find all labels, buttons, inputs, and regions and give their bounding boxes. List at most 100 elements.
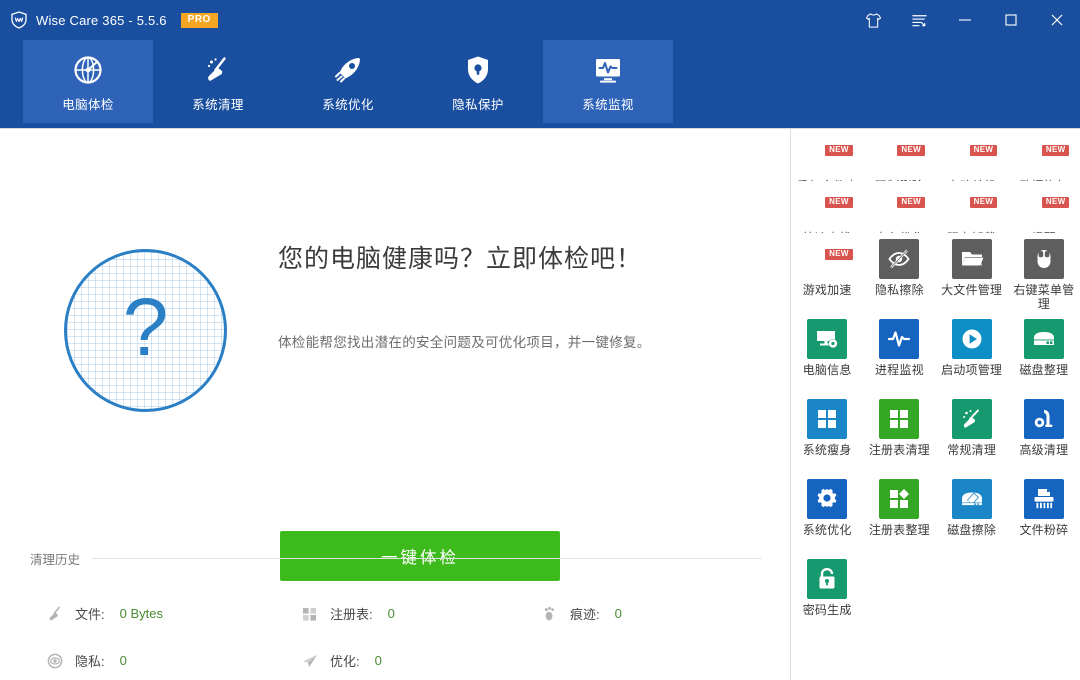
tool-duplicate-file-finder[interactable]: NEW 重复文件查找 xyxy=(791,129,863,181)
tools-sidebar[interactable]: NEW 重复文件查找 NEW 强制删除 NEW 自动关机 NEW 数据恢复 xyxy=(790,128,1080,680)
tool-label: 系统优化 xyxy=(802,523,852,537)
tool-disk-defrag[interactable]: 磁盘整理 xyxy=(1008,313,1080,393)
history-value: 0 xyxy=(387,606,395,621)
tools-grid: NEW 重复文件查找 NEW 强制删除 NEW 自动关机 NEW 数据恢复 xyxy=(791,129,1080,633)
gear-icon xyxy=(807,479,848,519)
menu-button[interactable] xyxy=(896,0,942,40)
clean-history-title: 清理历史 xyxy=(30,553,81,567)
tool-label: 进程监视 xyxy=(874,363,924,377)
history-item-files: 文件: 0 Bytes xyxy=(45,604,300,623)
tool-label: 磁盘擦除 xyxy=(947,523,997,537)
tool-force-delete[interactable]: NEW 强制删除 xyxy=(863,129,935,181)
tool-file-shredder[interactable]: 文件粉碎 xyxy=(1008,473,1080,553)
history-item-optimize: 优化: 0 xyxy=(300,651,540,670)
window-controls xyxy=(850,0,1080,40)
rocket-icon xyxy=(331,51,365,87)
close-button[interactable] xyxy=(1034,0,1080,40)
monitor-pulse-icon xyxy=(591,51,625,87)
broom-icon xyxy=(45,604,64,623)
tshirt-icon xyxy=(864,11,883,30)
tool-registry-defrag[interactable]: 注册表整理 xyxy=(863,473,935,553)
close-icon xyxy=(1047,10,1067,30)
mouse-icon xyxy=(1023,239,1064,279)
tool-memory-optimize[interactable]: NEW 内存优化 xyxy=(863,181,935,233)
padlock-icon xyxy=(807,559,848,599)
title-bar: Wise Care 365 - 5.5.6 PRO xyxy=(0,0,1080,40)
tool-system-optimize[interactable]: 系统优化 xyxy=(791,473,863,553)
tool-privacy-eraser[interactable]: 隐私擦除 xyxy=(863,233,935,313)
new-badge: NEW xyxy=(825,145,853,156)
tab-system-clean[interactable]: 系统清理 xyxy=(153,40,283,123)
minimize-icon xyxy=(955,10,975,30)
tool-big-file-manager[interactable]: 大文件管理 xyxy=(936,233,1008,313)
tool-registry-cleaner[interactable]: 注册表清理 xyxy=(863,393,935,473)
tool-common-clean[interactable]: 常规清理 xyxy=(936,393,1008,473)
paper-plane-icon xyxy=(300,651,319,670)
maximize-icon xyxy=(1001,10,1021,30)
file-shredder-icon xyxy=(1023,479,1064,519)
tool-label: 注册表整理 xyxy=(868,523,930,537)
tab-system-monitor[interactable]: 系统监视 xyxy=(543,40,673,123)
slimming-grid-icon xyxy=(807,399,848,439)
advanced-clean-vacuum-icon xyxy=(1023,399,1064,439)
history-label: 优化: xyxy=(330,654,360,669)
tool-process-monitor[interactable]: 进程监视 xyxy=(863,313,935,393)
tab-label: 系统监视 xyxy=(582,97,634,112)
tool-quick-search[interactable]: NEW 快速查找 xyxy=(791,181,863,233)
tool-data-recovery[interactable]: NEW 数据恢复 xyxy=(1008,129,1080,181)
main-nav: 电脑体检 系统清理 系统优化 隐私保护 系统监视 xyxy=(0,40,1080,128)
app-title: Wise Care 365 - 5.5.6 xyxy=(36,12,167,28)
maximize-button[interactable] xyxy=(988,0,1034,40)
tool-reminder[interactable]: NEW 提醒 xyxy=(1008,181,1080,233)
tab-label: 系统优化 xyxy=(322,97,374,112)
common-clean-broom-icon xyxy=(951,399,992,439)
history-label: 注册表: xyxy=(330,607,373,622)
startup-play-icon xyxy=(951,319,992,359)
tool-game-boost[interactable]: NEW 游戏加速 xyxy=(791,233,863,313)
clean-history-header: 清理历史 xyxy=(0,549,790,568)
tool-system-slimming[interactable]: 系统瘦身 xyxy=(791,393,863,473)
tool-label: 大文件管理 xyxy=(941,283,1003,297)
tool-password-generator[interactable]: 密码生成 xyxy=(791,553,863,633)
tool-force-uninstall[interactable]: NEW 强力卸载 xyxy=(936,181,1008,233)
tool-label: 游戏加速 xyxy=(802,283,852,297)
tab-pc-checkup[interactable]: 电脑体检 xyxy=(23,40,153,123)
tool-disk-eraser[interactable]: 磁盘擦除 xyxy=(936,473,1008,553)
menu-list-icon xyxy=(910,11,929,30)
history-label: 文件: xyxy=(75,607,105,622)
shield-logo-icon xyxy=(10,11,28,29)
tab-label: 系统清理 xyxy=(192,97,244,112)
checkup-hero: ? 您的电脑健康吗？立即体检吧！ 体检能帮您找出潜在的安全问题及可优化项目，并一… xyxy=(0,129,790,581)
title-bar-left: Wise Care 365 - 5.5.6 PRO xyxy=(0,11,218,29)
registry-blocks-icon xyxy=(300,604,319,623)
main-content: ? 您的电脑健康吗？立即体检吧！ 体检能帮您找出潜在的安全问题及可优化项目，并一… xyxy=(0,128,790,680)
eye-icon xyxy=(45,651,64,670)
tool-advanced-clean[interactable]: 高级清理 xyxy=(1008,393,1080,473)
tool-label: 高级清理 xyxy=(1019,443,1069,457)
question-mark-circle: ? xyxy=(64,249,227,412)
pro-badge: PRO xyxy=(180,12,218,28)
tab-privacy-protect[interactable]: 隐私保护 xyxy=(413,40,543,123)
new-badge: NEW xyxy=(825,197,853,208)
tool-label: 启动项管理 xyxy=(941,363,1003,377)
tab-label: 电脑体检 xyxy=(62,97,114,112)
tool-label: 隐私擦除 xyxy=(874,283,924,297)
tool-context-menu-manager[interactable]: 右键菜单管理 xyxy=(1008,233,1080,313)
tab-label: 隐私保护 xyxy=(452,97,504,112)
tool-label: 右键菜单管理 xyxy=(1013,283,1075,312)
history-value: 0 xyxy=(614,606,622,621)
tool-startup-manager[interactable]: 启动项管理 xyxy=(936,313,1008,393)
clean-history-grid: 文件: 0 Bytes 注册表: 0 痕迹: 0 隐私: 0 优化: 0 xyxy=(0,568,790,670)
new-badge: NEW xyxy=(825,249,853,260)
tab-system-optimize[interactable]: 系统优化 xyxy=(283,40,413,123)
minimize-button[interactable] xyxy=(942,0,988,40)
pc-info-icon xyxy=(807,319,848,359)
history-label: 痕迹: xyxy=(570,607,600,622)
broom-icon xyxy=(201,51,235,87)
new-badge: NEW xyxy=(969,197,998,208)
skin-button[interactable] xyxy=(850,0,896,40)
page-subtitle: 体检能帮您找出潜在的安全问题及可优化项目，并一键修复。 xyxy=(278,335,651,350)
history-value: 0 xyxy=(119,653,127,668)
tool-auto-shutdown[interactable]: NEW 自动关机 xyxy=(936,129,1008,181)
tool-pc-info[interactable]: 电脑信息 xyxy=(791,313,863,393)
